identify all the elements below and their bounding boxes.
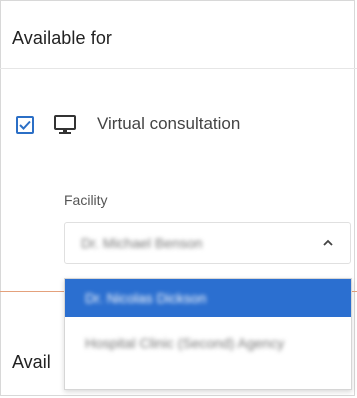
facility-select-value: Dr. Michael Benson xyxy=(81,235,203,251)
facility-select[interactable]: Dr. Michael Benson xyxy=(64,222,351,264)
facility-option-highlighted[interactable]: Dr. Nicolas Dickson xyxy=(65,279,351,317)
facility-option-label: Dr. Nicolas Dickson xyxy=(85,290,207,306)
facility-option[interactable]: Hospital Clinic (Second) Agency xyxy=(85,331,315,355)
section-title: Available for xyxy=(12,28,113,48)
section-divider xyxy=(0,68,357,69)
chevron-up-icon[interactable] xyxy=(322,237,334,249)
facility-dropdown-menu: Dr. Nicolas Dickson Hospital Clinic (Sec… xyxy=(64,278,352,390)
virtual-consultation-checkbox[interactable] xyxy=(16,116,34,134)
checkmark-icon xyxy=(19,120,31,130)
facility-label: Facility xyxy=(64,192,108,208)
lower-section-title: Avail xyxy=(12,352,51,372)
virtual-consultation-label: Virtual consultation xyxy=(97,114,241,133)
monitor-icon xyxy=(54,115,76,134)
